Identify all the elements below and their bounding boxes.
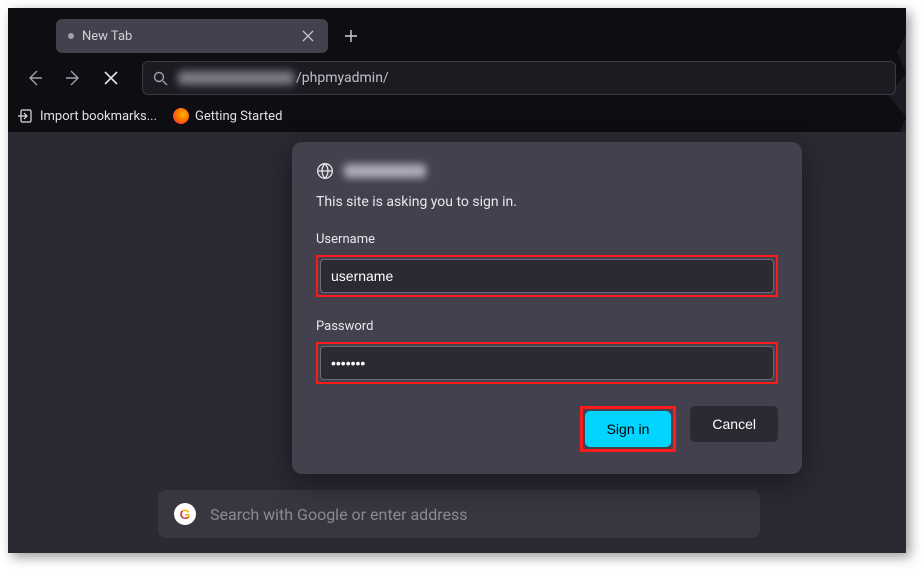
close-tab-icon[interactable] bbox=[300, 28, 316, 44]
password-highlight bbox=[316, 342, 778, 384]
getting-started-bookmark[interactable]: Getting Started bbox=[173, 108, 282, 124]
url-path: /phpmyadmin/ bbox=[296, 70, 389, 86]
import-icon bbox=[18, 108, 34, 124]
auth-message: This site is asking you to sign in. bbox=[316, 194, 778, 210]
import-bookmarks-label: Import bookmarks... bbox=[40, 109, 157, 124]
tab-newtab[interactable]: New Tab bbox=[56, 19, 328, 53]
google-icon bbox=[174, 503, 196, 525]
username-label: Username bbox=[316, 232, 778, 247]
username-highlight bbox=[316, 255, 778, 297]
newtab-search-bar[interactable]: Search with Google or enter address bbox=[158, 490, 760, 538]
username-input[interactable] bbox=[320, 259, 774, 293]
tab-bar: New Tab bbox=[8, 8, 906, 56]
browser-window: New Tab /phpmyadmin/ bbox=[8, 8, 906, 553]
password-input[interactable] bbox=[320, 346, 774, 380]
newtab-search-placeholder: Search with Google or enter address bbox=[210, 505, 468, 524]
forward-button[interactable] bbox=[56, 61, 90, 95]
content-area: Search with Google or enter address This… bbox=[8, 132, 906, 553]
globe-icon bbox=[316, 162, 334, 180]
import-bookmarks-button[interactable]: Import bookmarks... bbox=[18, 108, 157, 124]
url-bar[interactable]: /phpmyadmin/ bbox=[142, 61, 896, 95]
getting-started-label: Getting Started bbox=[195, 109, 282, 124]
url-text: /phpmyadmin/ bbox=[178, 70, 389, 86]
cancel-button[interactable]: Cancel bbox=[690, 406, 778, 442]
stop-button[interactable] bbox=[94, 61, 128, 95]
new-tab-button[interactable] bbox=[336, 21, 366, 51]
back-button[interactable] bbox=[18, 61, 52, 95]
signin-highlight: Sign in bbox=[580, 406, 677, 452]
url-host-redacted bbox=[178, 71, 294, 85]
tab-loading-dot bbox=[68, 33, 74, 39]
signin-button[interactable]: Sign in bbox=[585, 411, 672, 447]
nav-toolbar: /phpmyadmin/ bbox=[8, 56, 906, 100]
password-label: Password bbox=[316, 319, 778, 334]
auth-dialog: This site is asking you to sign in. User… bbox=[292, 142, 802, 474]
auth-origin-row bbox=[316, 162, 778, 180]
bookmarks-bar: Import bookmarks... Getting Started bbox=[8, 100, 906, 132]
auth-actions: Sign in Cancel bbox=[316, 406, 778, 452]
tab-title: New Tab bbox=[82, 29, 292, 44]
search-icon bbox=[153, 71, 168, 86]
auth-origin-redacted bbox=[344, 164, 426, 178]
firefox-icon bbox=[173, 108, 189, 124]
